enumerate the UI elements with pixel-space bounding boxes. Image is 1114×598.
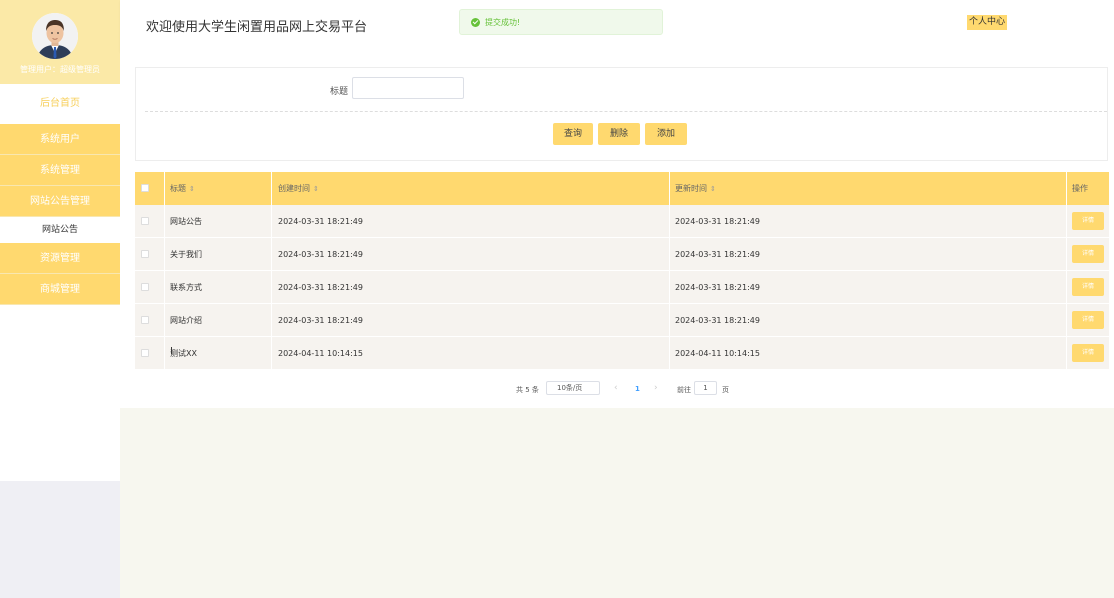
table-row: 联系方式 2024-03-31 18:21:49 2024-03-31 18:2… — [135, 271, 1109, 304]
sidebar-menu: 后台首页 系统用户 系统管理 网站公告管理 网站公告 资源管理 商城管理 — [0, 84, 120, 481]
sidebar-item-resource-management[interactable]: 资源管理 — [0, 243, 120, 274]
row-title: 测试XX — [170, 349, 197, 358]
row-checkbox[interactable] — [141, 283, 149, 291]
sidebar-user-panel: 管理用户：超级管理员 — [0, 0, 120, 84]
title-search-label: 标题 — [330, 87, 349, 97]
row-created: 2024-03-31 18:21:49 — [278, 316, 363, 325]
sort-icon[interactable]: ⇕ — [313, 185, 319, 193]
page-unit-label: 页 — [722, 386, 729, 394]
table-header: 标题 ⇕ 创建时间 ⇕ 更新时间 ⇕ 操作 — [135, 172, 1109, 205]
profile-link[interactable]: 个人中心 — [967, 15, 1008, 30]
page-size-select[interactable]: 10条/页 — [546, 381, 600, 395]
toast-message: 提交成功! — [485, 18, 521, 27]
search-form: 标题 查询 删除 添加 — [135, 67, 1108, 161]
pagination: 共 5 条 10条/页 ‹ 1 › 前往 1 页 — [120, 380, 1114, 400]
table-row: 测试XX 2024-04-11 10:14:15 2024-04-11 10:1… — [135, 337, 1109, 370]
detail-button[interactable]: 详情 — [1072, 245, 1104, 263]
goto-label: 前往 — [677, 386, 691, 394]
row-updated: 2024-03-31 18:21:49 — [675, 316, 760, 325]
detail-button[interactable]: 详情 — [1072, 311, 1104, 329]
row-updated: 2024-04-11 10:14:15 — [675, 349, 760, 358]
main-content: 标题 查询 删除 添加 标题 ⇕ 创建时间 ⇕ 更新时间 ⇕ 操作 网站公告 2024… — [120, 52, 1114, 408]
success-toast: 提交成功! — [459, 9, 663, 35]
header-updated-col[interactable]: 更新时间 ⇕ — [675, 172, 716, 205]
detail-button[interactable]: 详情 — [1072, 344, 1104, 362]
sidebar-item-home[interactable]: 后台首页 — [0, 84, 120, 124]
detail-button[interactable]: 详情 — [1072, 212, 1104, 230]
title-search-input[interactable] — [352, 77, 464, 99]
pagination-total: 共 5 条 — [516, 386, 539, 394]
row-created: 2024-03-31 18:21:49 — [278, 250, 363, 259]
detail-button[interactable]: 详情 — [1072, 278, 1104, 296]
row-checkbox[interactable] — [141, 250, 149, 258]
select-all-checkbox[interactable] — [141, 184, 149, 192]
chevron-right-icon[interactable]: › — [654, 383, 658, 393]
row-created: 2024-04-11 10:14:15 — [278, 349, 363, 358]
table-row: 关于我们 2024-03-31 18:21:49 2024-03-31 18:2… — [135, 238, 1109, 271]
sidebar-item-system-users[interactable]: 系统用户 — [0, 124, 120, 155]
sort-icon[interactable]: ⇕ — [710, 185, 716, 193]
goto-page-input[interactable]: 1 — [694, 381, 717, 395]
sort-icon[interactable]: ⇕ — [189, 185, 195, 193]
row-title: 联系方式 — [170, 283, 202, 292]
text-cursor-icon: I — [170, 346, 173, 357]
row-checkbox[interactable] — [141, 349, 149, 357]
row-checkbox[interactable] — [141, 217, 149, 225]
row-updated: 2024-03-31 18:21:49 — [675, 250, 760, 259]
page-title: 欢迎使用大学生闲置用品网上交易平台 — [146, 20, 368, 35]
chevron-left-icon[interactable]: ‹ — [614, 383, 618, 393]
sidebar-item-announcement-management[interactable]: 网站公告管理 — [0, 186, 120, 217]
sidebar-subitem-announcement[interactable]: 网站公告 — [0, 217, 120, 243]
row-title: 网站公告 — [170, 217, 202, 226]
search-divider — [145, 111, 1107, 112]
row-updated: 2024-03-31 18:21:49 — [675, 217, 760, 226]
page-number-current[interactable]: 1 — [635, 385, 640, 393]
query-button[interactable]: 查询 — [553, 123, 593, 145]
delete-button[interactable]: 删除 — [598, 123, 640, 145]
table-row: 网站介绍 2024-03-31 18:21:49 2024-03-31 18:2… — [135, 304, 1109, 337]
row-created: 2024-03-31 18:21:49 — [278, 283, 363, 292]
row-checkbox[interactable] — [141, 316, 149, 324]
add-button[interactable]: 添加 — [645, 123, 687, 145]
header-actions-col: 操作 — [1072, 184, 1088, 193]
sidebar-item-mall-management[interactable]: 商城管理 — [0, 274, 120, 305]
table-row: 网站公告 2024-03-31 18:21:49 2024-03-31 18:2… — [135, 205, 1109, 238]
user-role: 管理用户： — [20, 65, 60, 74]
row-created: 2024-03-31 18:21:49 — [278, 217, 363, 226]
row-updated: 2024-03-31 18:21:49 — [675, 283, 760, 292]
check-circle-icon — [471, 18, 480, 27]
header-created-col[interactable]: 创建时间 ⇕ — [278, 172, 319, 205]
header-title-col[interactable]: 标题 ⇕ — [170, 172, 195, 205]
announcement-table: 标题 ⇕ 创建时间 ⇕ 更新时间 ⇕ 操作 网站公告 2024-03-31 18:21… — [135, 172, 1109, 370]
user-info: 管理用户：超级管理员 — [0, 64, 120, 75]
sidebar: 管理用户：超级管理员 后台首页 系统用户 系统管理 网站公告管理 网站公告 资源… — [0, 0, 120, 598]
row-title: 网站介绍 — [170, 316, 202, 325]
sidebar-item-system-management[interactable]: 系统管理 — [0, 155, 120, 186]
avatar[interactable] — [32, 13, 78, 59]
header: 欢迎使用大学生闲置用品网上交易平台 提交成功! 个人中心 — [120, 0, 1114, 52]
user-name: 超级管理员 — [60, 65, 100, 74]
row-title: 关于我们 — [170, 250, 202, 259]
